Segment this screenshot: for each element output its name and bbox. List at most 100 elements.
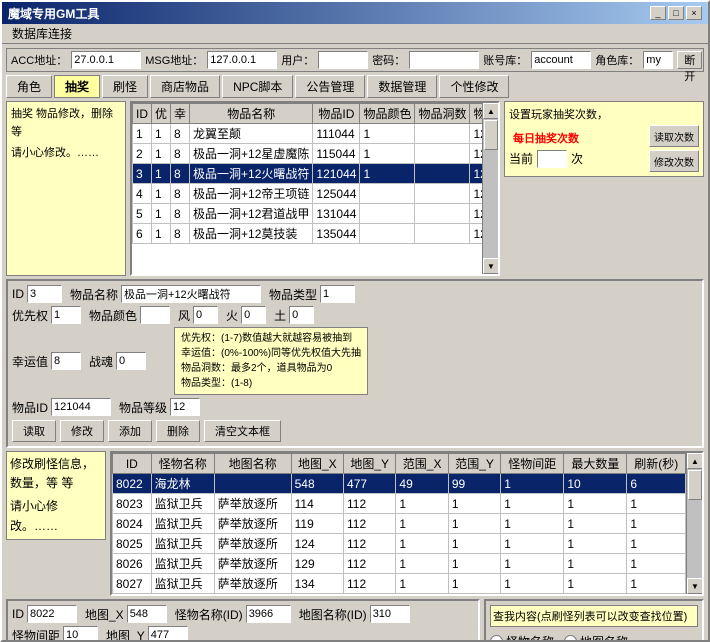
lotto-label: 设置玩家抽奖次数， [509,106,699,122]
user-input[interactable] [318,51,368,69]
detail-itemid-input[interactable] [51,398,111,416]
notice-box: 抽奖 物品修改，删除 等 请小心修改。…… [6,101,126,276]
read-count-button[interactable]: 读取次数 [649,125,699,147]
role-input[interactable] [643,51,673,69]
col-name: 物品名称 [190,104,313,124]
table-row[interactable]: 8027监狱卫兵萨举放逐所13411211111 [113,574,686,594]
tab-lottery[interactable]: 抽奖 [54,75,100,98]
detail-level-input[interactable] [170,398,200,416]
monster-scroll-down[interactable]: ▼ [687,578,703,594]
maximize-button[interactable]: □ [668,6,684,20]
tab-announce[interactable]: 公告管理 [295,75,365,98]
item-table-scroll[interactable]: ID 优 幸 物品名称 物品ID 物品颜色 物品洞数 物品等级 物品类型 战魂 [132,103,482,274]
scroll-thumb[interactable] [484,120,498,150]
detail-type-input[interactable] [320,285,355,303]
monster-scrollbar[interactable]: ▲ ▼ [686,453,702,594]
monster-mapy-input[interactable] [148,626,188,640]
modify-notice: 修改刷怪信息，数量，等 等 请小心修改。…… [6,451,106,540]
lotto-count-input[interactable] [537,150,567,168]
item-detail-row1: ID 物品名称 物品类型 [12,285,698,303]
notice-line1: 抽奖 物品修改，删除 等 [11,106,121,141]
detail-itemid-label: 物品ID [12,399,48,416]
tab-refresh-monster[interactable]: 刷怪 [102,75,148,98]
item-add-button[interactable]: 添加 [108,420,152,442]
table-row[interactable]: 8024监狱卫兵萨举放逐所11911211111 [113,514,686,534]
item-detail-panel: ID 物品名称 物品类型 优先权 物品颜色 [6,279,704,448]
table-row[interactable]: 418极品一洞+12帝王项链125044121000 [133,184,483,204]
col-level: 物品等级 [470,104,482,124]
item-scrollbar[interactable]: ▲ ▼ [482,103,498,274]
detail-id-input[interactable] [27,285,62,303]
item-detail-row4: 物品ID 物品等级 [12,398,698,416]
detail-soul-input[interactable] [116,352,146,370]
table-row[interactable]: 318极品一洞+12火曙战符1210441121000 [133,164,483,184]
item-delete-button[interactable]: 删除 [156,420,200,442]
mcol-ry: 范围_Y [448,454,500,474]
monster-table-scroll[interactable]: ID 怪物名称 地图名称 地图_X 地图_Y 范围_X 范围_Y 怪物间距 最大… [112,453,686,594]
monster-dist-input[interactable] [63,626,98,640]
acc-bar: ACC地址： MSG地址： 用户： 密码： 账号库： 角色库： 断开 [6,48,704,72]
scroll-track [483,119,498,258]
monster-mapx-input[interactable] [127,605,167,623]
table-row[interactable]: 118龙翼至颠1110441121000 [133,124,483,144]
pwd-input[interactable] [409,51,479,69]
close-button[interactable]: × [686,6,702,20]
detail-fire-input[interactable] [241,306,266,324]
scroll-up-btn[interactable]: ▲ [483,103,499,119]
radio-monster-label: 怪物名称 [506,633,554,640]
monster-name-input[interactable] [246,605,291,623]
detail-priority-input[interactable] [51,306,81,324]
monster-scroll-up[interactable]: ▲ [687,453,703,469]
mcol-y: 地图_Y [344,454,396,474]
modify-count-button[interactable]: 修改次数 [649,150,699,172]
col-luck: 幸 [171,104,190,124]
detail-wind-input[interactable] [193,306,218,324]
item-clear-button[interactable]: 清空文本框 [204,420,281,442]
db-input[interactable] [531,51,591,69]
monster-mapname-input[interactable] [370,605,410,623]
main-tabs: 角色 抽奖 刷怪 商店物品 NPC脚本 公告管理 数据管理 个性修改 [6,75,704,98]
tab-shop[interactable]: 商店物品 [150,75,220,98]
table-row[interactable]: 8026监狱卫兵萨举放逐所12911211111 [113,554,686,574]
table-row[interactable]: 218极品一洞+12星虚魔陈1150441121000 [133,144,483,164]
mdist-label: 怪物间距 [12,627,60,641]
notice-line2: 请小心修改。…… [11,145,121,163]
tab-npc[interactable]: NPC脚本 [222,75,293,98]
detail-level-label: 物品等级 [119,399,167,416]
radio-map-input[interactable] [564,635,577,640]
item-read-button[interactable]: 读取 [12,420,56,442]
monster-scroll-thumb[interactable] [688,470,702,500]
monster-form: ID 地图_X 怪物名称(ID) 地图名称(ID) [6,599,480,640]
item-detail-row3: 幸运值 战魂 优先权：(1-7)数值越大就越容易被抽到 幸运值：(0%-100%… [12,327,698,395]
scroll-down-btn[interactable]: ▼ [483,258,499,274]
user-label: 用户： [281,52,314,68]
mmapname-label: 地图名称(ID) [299,606,367,623]
minimize-button[interactable]: _ [650,6,666,20]
upper-section: 抽奖 物品修改，删除 等 请小心修改。…… ID 优 幸 物品名称 物品 [6,101,704,276]
detail-name-input[interactable] [121,285,261,303]
mcol-x: 地图_X [291,454,343,474]
tab-role[interactable]: 角色 [6,75,52,98]
table-row[interactable]: 518极品一洞+12君道战甲131044121000 [133,204,483,224]
table-row[interactable]: 8022海龙林54847749991106 [113,474,686,494]
tab-personal[interactable]: 个性修改 [439,75,509,98]
msg-input[interactable] [207,51,277,69]
acc-label: ACC地址： [11,52,67,68]
mcol-dist: 怪物间距 [501,454,564,474]
connect-button[interactable]: 断开 [677,51,702,69]
monster-row1: ID 地图_X 怪物名称(ID) 地图名称(ID) [12,605,474,623]
radio-monster-input[interactable] [490,635,503,640]
search-panel: 查我内容(点刷怪列表可以改变查找位置) 怪物名称 地图名称 查 找 [484,599,704,640]
table-row[interactable]: 8025监狱卫兵萨举放逐所12411211111 [113,534,686,554]
detail-earth-input[interactable] [289,306,314,324]
monster-id-input[interactable] [27,605,77,623]
table-row[interactable]: 8023监狱卫兵萨举放逐所11411211111 [113,494,686,514]
menu-database[interactable]: 数据库连接 [6,23,78,44]
table-row[interactable]: 618极品一洞+12莫技装135044121000 [133,224,483,244]
detail-luck-input[interactable] [51,352,81,370]
detail-color-input[interactable] [140,306,170,324]
item-modify-button[interactable]: 修改 [60,420,104,442]
acc-input[interactable] [71,51,141,69]
modify-line1: 修改刷怪信息，数量，等 等 [10,455,102,493]
tab-data-manage[interactable]: 数据管理 [367,75,437,98]
